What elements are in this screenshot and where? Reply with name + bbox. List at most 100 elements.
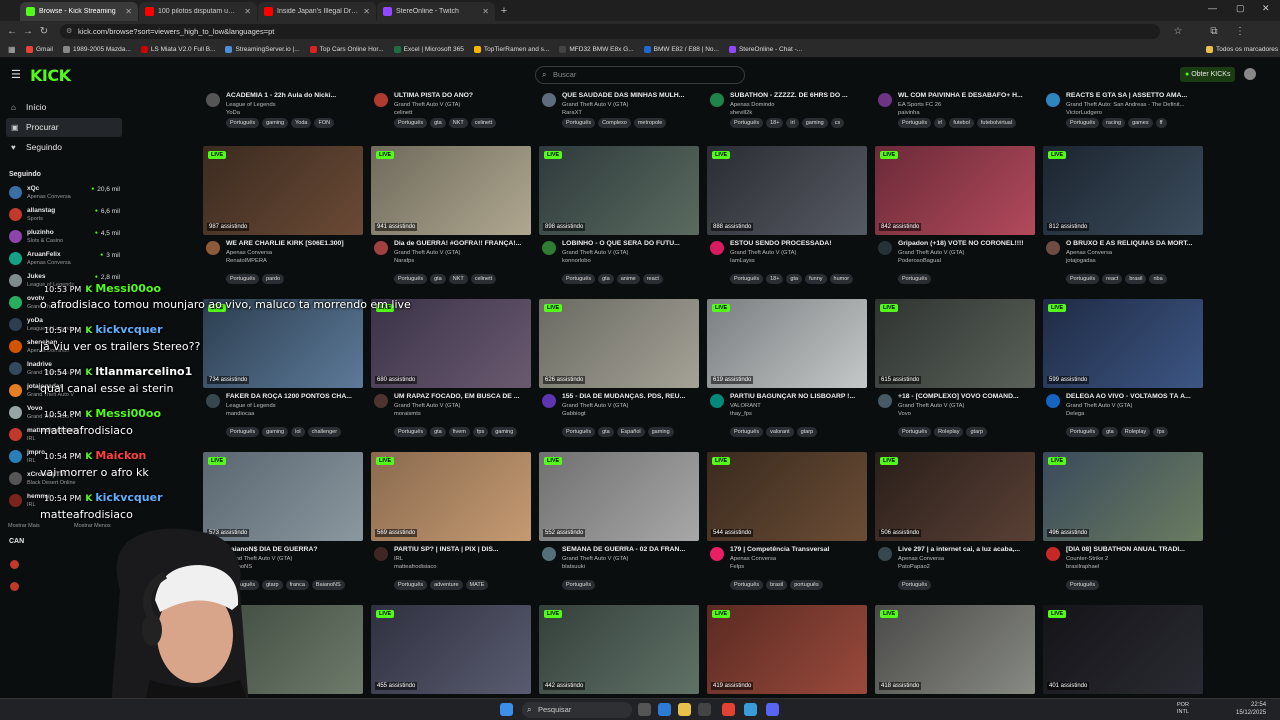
start-icon[interactable]	[500, 703, 513, 716]
stream-category[interactable]: Grand Theft Auto V (GTA)	[562, 250, 628, 256]
taskbar-clock[interactable]: 22:54 15/12/2025	[1236, 701, 1266, 717]
tag-chip[interactable]: react	[1102, 274, 1123, 284]
stream-thumbnail[interactable]: LIVE 898 assistindo	[539, 146, 699, 235]
tag-chip[interactable]: celinett	[470, 118, 497, 128]
tag-chip[interactable]: gta	[430, 274, 446, 284]
bookmark-item[interactable]: MFD32 BMW E8x G...	[559, 45, 634, 53]
tag-chip[interactable]: fivem	[448, 427, 470, 437]
tag-chip[interactable]: Português	[898, 118, 932, 128]
chrome-icon[interactable]	[722, 703, 735, 716]
tag-chip[interactable]: Roleplay	[934, 427, 964, 437]
tag-chip[interactable]: português	[790, 580, 823, 590]
tab-close-icon[interactable]: ✕	[125, 7, 132, 16]
tag-chip[interactable]: adventure	[430, 580, 463, 590]
stream-thumbnail[interactable]: LIVE 552 assistindo	[539, 452, 699, 541]
tab-close-icon[interactable]: ✕	[244, 7, 251, 16]
stream-thumbnail[interactable]: LIVE 506 assistindo	[875, 452, 1035, 541]
tag-chip[interactable]: NKT	[448, 118, 468, 128]
tag-chip[interactable]: gta	[430, 118, 446, 128]
streamer-name[interactable]: PoderosoBagual	[898, 258, 941, 264]
discord-icon[interactable]	[766, 703, 779, 716]
tab-close-icon[interactable]: ✕	[482, 7, 489, 16]
streamer-name[interactable]: RenatoIMPERA	[226, 258, 267, 264]
tag-chip[interactable]: racing	[1102, 118, 1126, 128]
stream-thumbnail[interactable]: LIVE 987 assistindo	[203, 146, 363, 235]
tag-chip[interactable]: metropole	[633, 118, 667, 128]
stream-category[interactable]: Grand Theft Auto V (GTA)	[730, 250, 796, 256]
following-channel[interactable]: pluzinho Slots & Casino 4,5 mil	[0, 226, 128, 248]
stream-title[interactable]: 155 - DIA DE MUDANÇAS. PDS, REU...	[562, 393, 699, 400]
sidebar-item-heart[interactable]: ♥ Seguindo	[6, 138, 122, 157]
stream-category[interactable]: Grand Theft Auto V (GTA)	[562, 556, 628, 562]
url-input[interactable]: kick.com/browse?sort=viewers_high_to_low…	[60, 23, 1160, 39]
stream-category[interactable]: Apenas Domindo	[730, 102, 774, 108]
stream-category[interactable]: IRL	[394, 556, 403, 562]
tag-chip[interactable]: Português	[898, 427, 932, 437]
tag-chip[interactable]: brasil	[1125, 274, 1147, 284]
tag-chip[interactable]: fps	[1153, 427, 1169, 437]
tag-chip[interactable]: challenger	[307, 427, 342, 437]
tag-chip[interactable]: games	[1128, 118, 1153, 128]
stream-category[interactable]: Grand Theft Auto V (GTA)	[562, 403, 628, 409]
bookmark-item[interactable]: Excel | Microsoft 365	[393, 45, 464, 53]
tag-chip[interactable]: 18+	[766, 118, 784, 128]
stream-category[interactable]: Counter-Strike 2	[1066, 556, 1108, 562]
browser-tab[interactable]: Browse - Kick Streaming ✕	[20, 2, 138, 21]
streamer-name[interactable]: Gabbiogt	[562, 411, 586, 417]
sidebar-item-home[interactable]: ⌂ Início	[6, 98, 122, 117]
streamer-name[interactable]: YoDa	[226, 110, 240, 116]
streamer-name[interactable]: blatsuuki	[562, 564, 585, 570]
stream-title[interactable]: 179 | Competência Transversal	[730, 546, 867, 553]
maximize-icon[interactable]: ▢	[1236, 3, 1245, 14]
bookmark-item[interactable]: StereOnline - Chat -...	[728, 45, 802, 53]
tag-chip[interactable]: futebolvirtual	[976, 118, 1017, 128]
stream-thumbnail[interactable]: LIVE 626 assistindo	[539, 299, 699, 388]
tag-chip[interactable]: Português	[730, 274, 764, 284]
stream-category[interactable]: League of Legends	[226, 102, 276, 108]
following-channel[interactable]: allanstag Sports 6,6 mil	[0, 204, 128, 226]
browser-tab[interactable]: Inside Japan's Illegal Drifting U ✕	[258, 2, 376, 21]
tag-chip[interactable]: Português	[730, 427, 764, 437]
tag-chip[interactable]: Yoda	[291, 118, 312, 128]
stream-title[interactable]: +18 - [COMPLEXO] VOVO COMAND...	[898, 393, 1035, 400]
streamer-name[interactable]: paivinha	[898, 110, 920, 116]
stream-category[interactable]: VALORANT	[730, 403, 761, 409]
tag-chip[interactable]: NKT	[448, 274, 468, 284]
stream-title[interactable]: SEMANA DE GUERRA - 02 DA FRAN...	[562, 546, 699, 553]
sidebar-item-browse[interactable]: ▣ Procurar	[6, 118, 122, 137]
taskbar-search[interactable]: ⌕ Pesquisar	[522, 702, 632, 718]
tag-chip[interactable]: anime	[616, 274, 640, 284]
tag-chip[interactable]: gaming	[262, 427, 289, 437]
streamer-name[interactable]: brasilraphael	[1066, 564, 1099, 570]
streamer-name[interactable]: Felps	[730, 564, 744, 570]
tag-chip[interactable]: gaming	[647, 427, 674, 437]
streamer-name[interactable]: VictorLudgero	[1066, 110, 1102, 116]
stream-thumbnail[interactable]: LIVE 544 assistindo	[707, 452, 867, 541]
tag-chip[interactable]: Português	[730, 580, 764, 590]
edge-icon[interactable]	[658, 703, 671, 716]
tag-chip[interactable]: 18+	[766, 274, 784, 284]
streamer-name[interactable]: jotajogadas	[1066, 258, 1096, 264]
tag-chip[interactable]: Português	[562, 274, 596, 284]
new-tab-button[interactable]: +	[496, 3, 512, 19]
tag-chip[interactable]: gta	[598, 427, 614, 437]
streamer-name[interactable]: shevill2k	[730, 110, 752, 116]
tag-chip[interactable]: fps	[472, 427, 489, 437]
tab-close-icon[interactable]: ✕	[363, 7, 370, 16]
tag-chip[interactable]: gaming	[491, 427, 518, 437]
stream-title[interactable]: ÚLTIMA PISTA DO ANO?	[394, 92, 531, 99]
tag-chip[interactable]: pardo	[262, 274, 285, 284]
tag-chip[interactable]: Português	[226, 118, 260, 128]
bookmark-item[interactable]: TopTierRamen and s...	[473, 45, 549, 53]
bookmark-item[interactable]: LS Miata V2.0 Full B...	[140, 45, 215, 53]
search-input[interactable]: ⌕ Buscar	[535, 66, 745, 84]
stream-thumbnail[interactable]: LIVE 599 assistindo	[1043, 299, 1203, 388]
tag-chip[interactable]: gaming	[262, 118, 289, 128]
stream-thumbnail[interactable]: LIVE 680 assistindo	[371, 299, 531, 388]
stream-title[interactable]: QUE SAUDADE DAS MINHAS MULH...	[562, 92, 699, 99]
tag-chip[interactable]: Português	[730, 118, 764, 128]
tag-chip[interactable]: gta	[1102, 427, 1118, 437]
tag-chip[interactable]: gaming	[801, 118, 828, 128]
hamburger-menu-icon[interactable]: ☰	[11, 68, 21, 81]
browser-tab[interactable]: StereOnline - Twitch ✕	[377, 2, 495, 21]
